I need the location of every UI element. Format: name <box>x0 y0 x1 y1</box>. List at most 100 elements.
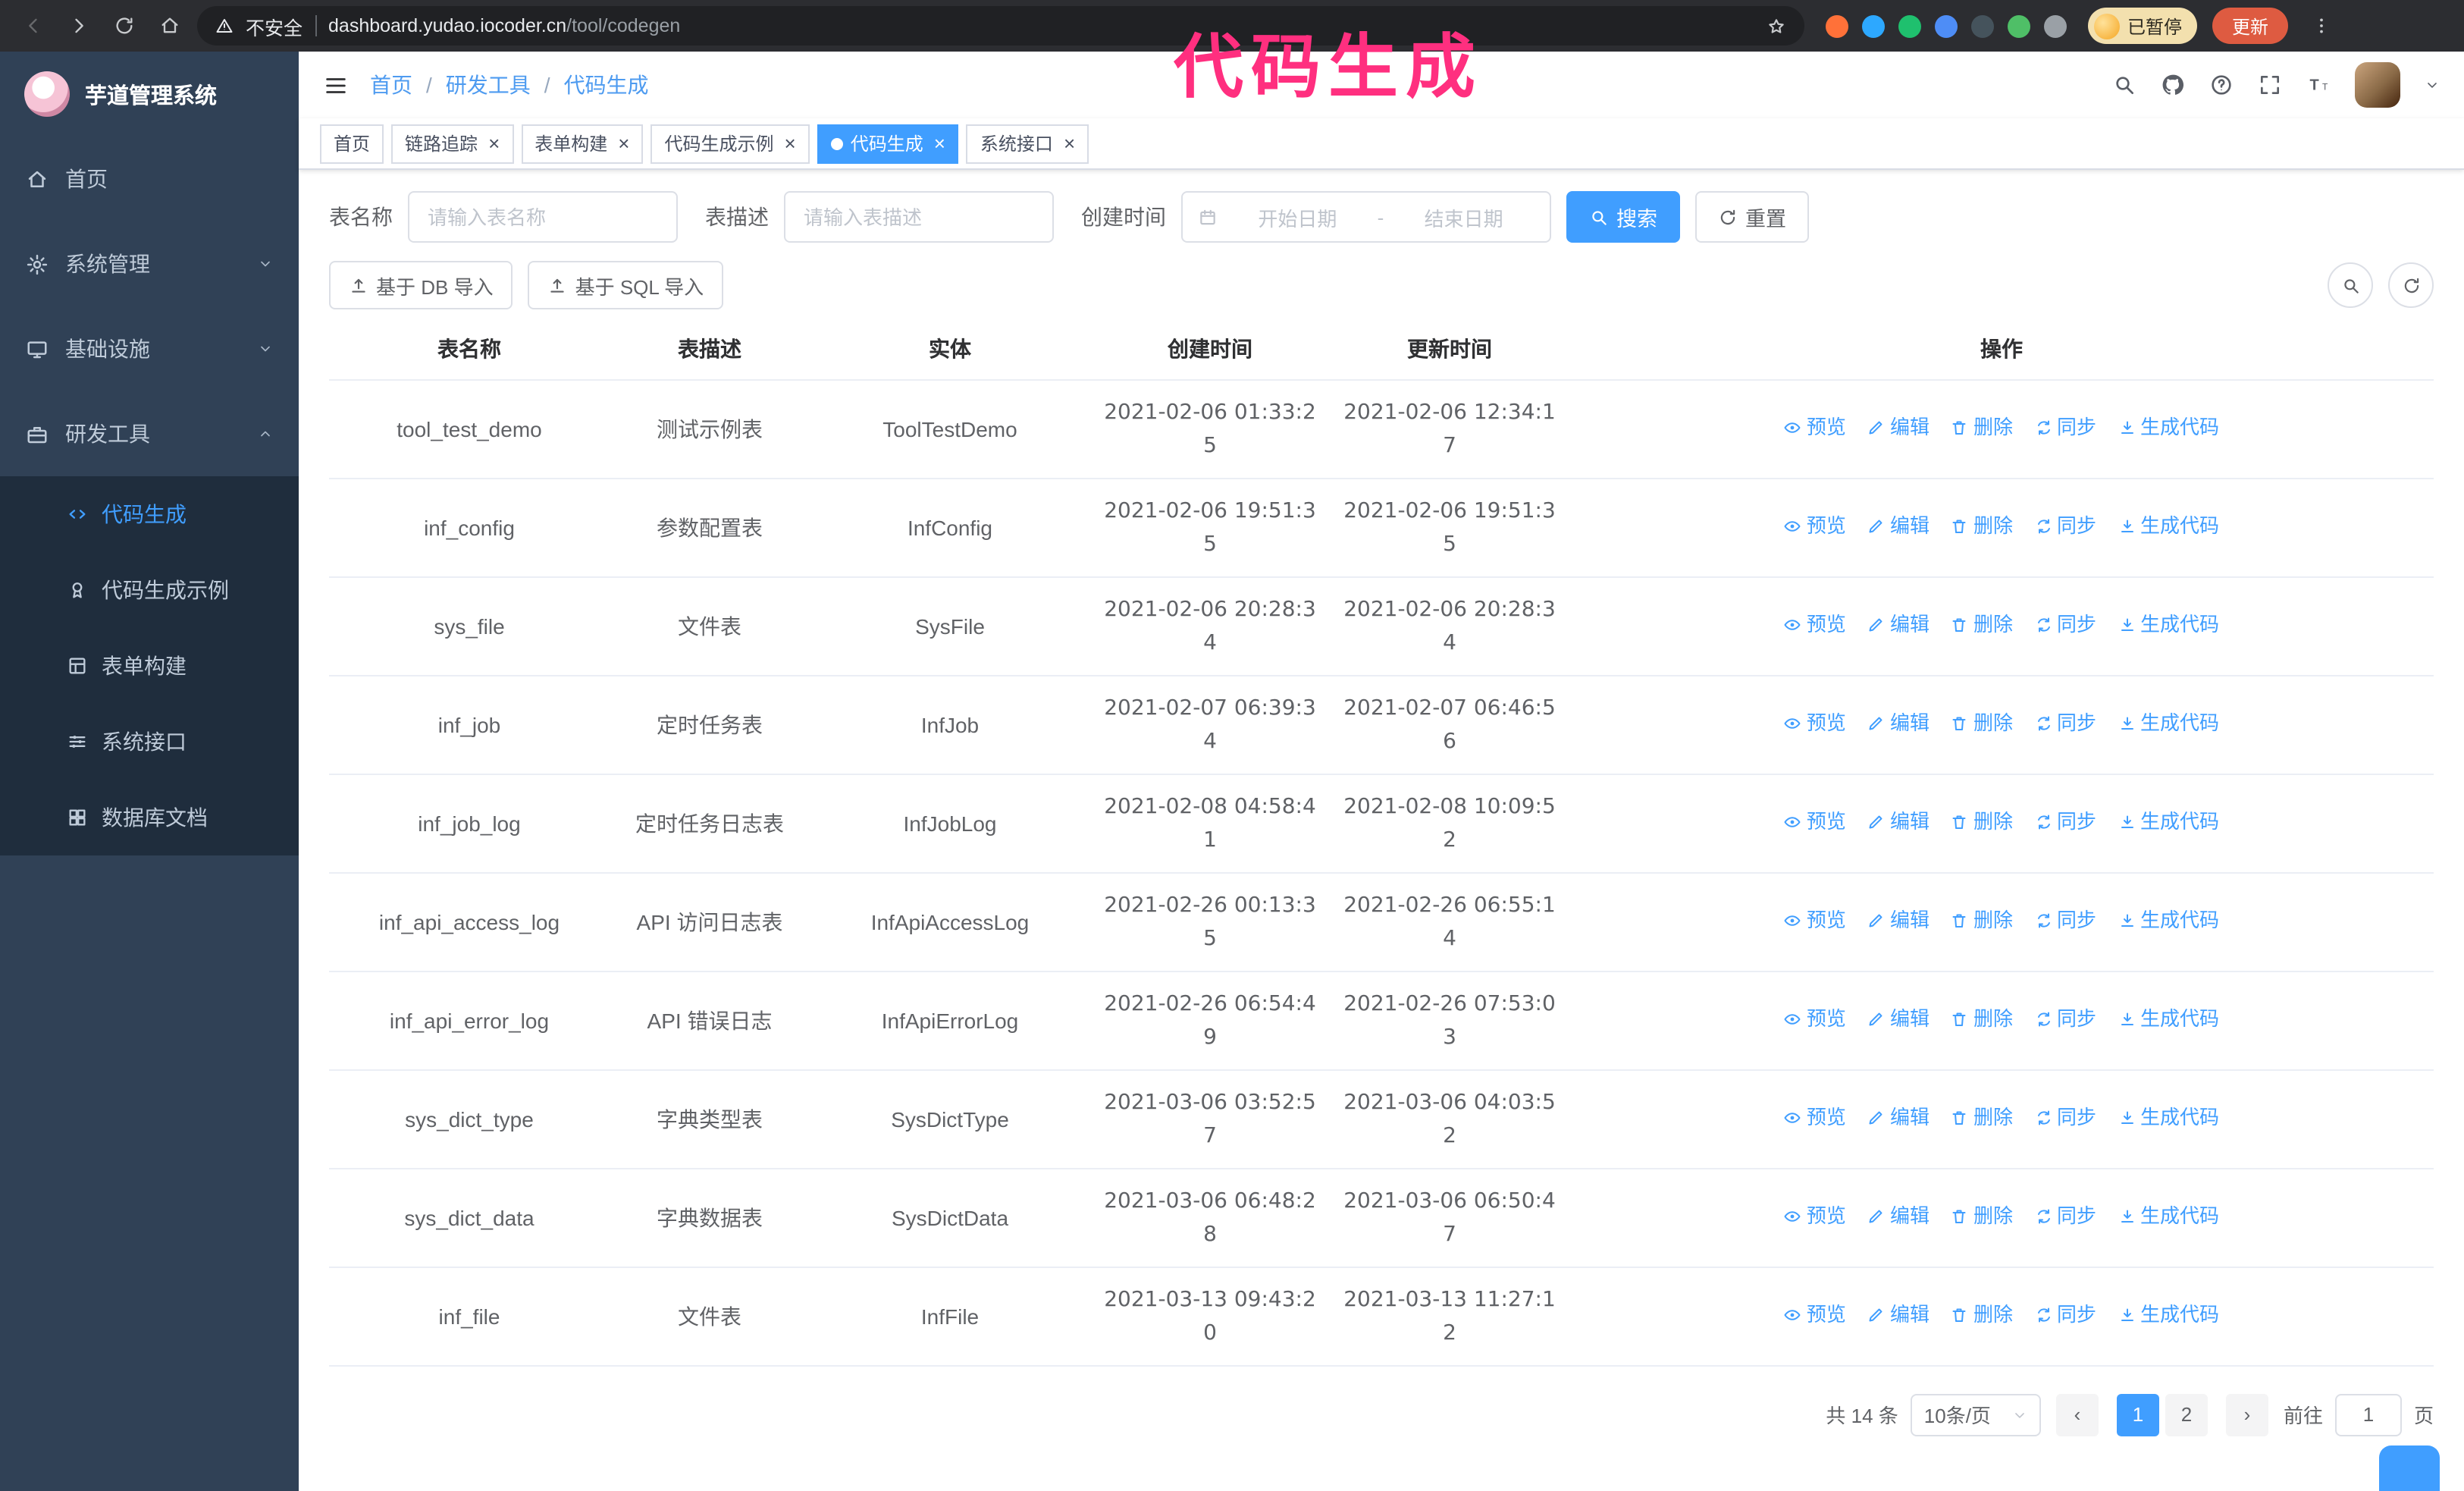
flame-extension-icon[interactable] <box>1826 14 1848 37</box>
row-action-eye[interactable]: 预览 <box>1784 805 1846 839</box>
github-icon[interactable] <box>2161 73 2185 97</box>
row-action-edit[interactable]: 编辑 <box>1867 1003 1930 1036</box>
profile-chip[interactable]: 已暂停 <box>2088 8 2198 44</box>
sidebar-item-toolbox[interactable]: 研发工具 <box>0 391 299 476</box>
row-action-eye[interactable]: 预览 <box>1784 707 1846 740</box>
prev-page-button[interactable]: ‹ <box>2055 1393 2099 1436</box>
table-row[interactable]: inf_job_log 定时任务日志表 InfJobLog 2021-02-08… <box>329 774 2434 873</box>
table-name-input[interactable] <box>408 191 678 243</box>
row-action-trash[interactable]: 删除 <box>1951 707 2013 740</box>
table-row[interactable]: inf_config 参数配置表 InfConfig 2021-02-06 19… <box>329 478 2434 577</box>
leaf-extension-icon[interactable] <box>2008 14 2030 37</box>
row-action-edit[interactable]: 编辑 <box>1867 805 1930 839</box>
row-action-download[interactable]: 生成代码 <box>2118 411 2219 444</box>
browser-menu-button[interactable] <box>2303 8 2340 44</box>
row-action-eye[interactable]: 预览 <box>1784 1003 1846 1036</box>
row-action-edit[interactable]: 编辑 <box>1867 608 1930 642</box>
table-row[interactable]: sys_dict_type 字典类型表 SysDictType 2021-03-… <box>329 1069 2434 1169</box>
toggle-search-button[interactable] <box>2328 262 2373 308</box>
row-action-sync[interactable]: 同步 <box>2034 608 2096 642</box>
row-action-download[interactable]: 生成代码 <box>2118 1298 2219 1332</box>
row-action-sync[interactable]: 同步 <box>2034 510 2096 543</box>
row-action-sync[interactable]: 同步 <box>2034 707 2096 740</box>
row-action-trash[interactable]: 删除 <box>1951 608 2013 642</box>
forward-button[interactable] <box>61 8 97 44</box>
table-row[interactable]: inf_api_error_log API 错误日志 InfApiErrorLo… <box>329 971 2434 1070</box>
row-action-sync[interactable]: 同步 <box>2034 411 2096 444</box>
check-extension-icon[interactable] <box>1898 14 1921 37</box>
row-action-eye[interactable]: 预览 <box>1784 1101 1846 1135</box>
row-action-sync[interactable]: 同步 <box>2034 1003 2096 1036</box>
float-button[interactable] <box>2379 1445 2440 1491</box>
page-button-2[interactable]: 2 <box>2165 1393 2208 1436</box>
row-action-download[interactable]: 生成代码 <box>2118 1003 2219 1036</box>
breadcrumb-item-1[interactable]: 研发工具 <box>446 70 531 100</box>
row-action-trash[interactable]: 删除 <box>1951 1200 2013 1233</box>
row-action-edit[interactable]: 编辑 <box>1867 1101 1930 1135</box>
fullscreen-icon[interactable] <box>2258 73 2282 97</box>
row-action-download[interactable]: 生成代码 <box>2118 1200 2219 1233</box>
page-size-select[interactable]: 10条/页 <box>1910 1393 2041 1436</box>
bookmark-star-icon[interactable] <box>1766 16 1786 36</box>
drop-extension-icon[interactable] <box>1862 14 1885 37</box>
table-row[interactable]: tool_test_demo 测试示例表 ToolTestDemo 2021-0… <box>329 379 2434 479</box>
row-action-trash[interactable]: 删除 <box>1951 411 2013 444</box>
row-action-download[interactable]: 生成代码 <box>2118 904 2219 937</box>
reload-button[interactable] <box>106 8 143 44</box>
screen-extension-icon[interactable] <box>1971 14 1994 37</box>
row-action-download[interactable]: 生成代码 <box>2118 1101 2219 1135</box>
close-icon[interactable]: × <box>488 133 500 153</box>
row-action-download[interactable]: 生成代码 <box>2118 805 2219 839</box>
row-action-download[interactable]: 生成代码 <box>2118 707 2219 740</box>
sidebar-item-gear[interactable]: 系统管理 <box>0 221 299 306</box>
close-icon[interactable]: × <box>1064 133 1075 153</box>
table-row[interactable]: sys_file 文件表 SysFile 2021-02-06 20:28:34… <box>329 576 2434 676</box>
hamburger-icon[interactable] <box>323 72 349 98</box>
table-row[interactable]: inf_api_access_log API 访问日志表 InfApiAcces… <box>329 872 2434 972</box>
fontsize-icon[interactable]: TT <box>2306 73 2331 97</box>
row-action-edit[interactable]: 编辑 <box>1867 1298 1930 1332</box>
row-action-sync[interactable]: 同步 <box>2034 1298 2096 1332</box>
caret-down-icon[interactable] <box>2425 77 2440 93</box>
table-desc-input[interactable] <box>784 191 1054 243</box>
search-button[interactable]: 搜索 <box>1566 191 1680 243</box>
puzzle-extension-icon[interactable] <box>2044 14 2067 37</box>
row-action-sync[interactable]: 同步 <box>2034 805 2096 839</box>
tab-0[interactable]: 首页 <box>320 124 384 163</box>
page-button-1[interactable]: 1 <box>2116 1393 2159 1436</box>
table-row[interactable]: sys_dict_data 字典数据表 SysDictData 2021-03-… <box>329 1168 2434 1267</box>
row-action-edit[interactable]: 编辑 <box>1867 411 1930 444</box>
row-action-download[interactable]: 生成代码 <box>2118 608 2219 642</box>
row-action-eye[interactable]: 预览 <box>1784 904 1846 937</box>
sidebar-item-monitor[interactable]: 基础设施 <box>0 306 299 391</box>
date-range-picker[interactable]: 开始日期 - 结束日期 <box>1181 191 1551 243</box>
sidebar-subitem-form[interactable]: 表单构建 <box>0 628 299 704</box>
sidebar-item-home[interactable]: 首页 <box>0 137 299 221</box>
table-row[interactable]: inf_job 定时任务表 InfJob 2021-02-07 06:39:34… <box>329 675 2434 774</box>
sidebar-subitem-sliders[interactable]: 系统接口 <box>0 704 299 780</box>
tab-2[interactable]: 表单构建 × <box>521 124 644 163</box>
row-action-trash[interactable]: 删除 <box>1951 1003 2013 1036</box>
row-action-eye[interactable]: 预览 <box>1784 1200 1846 1233</box>
row-action-edit[interactable]: 编辑 <box>1867 904 1930 937</box>
search-icon[interactable] <box>2112 73 2136 97</box>
close-icon[interactable]: × <box>785 133 796 153</box>
row-action-sync[interactable]: 同步 <box>2034 904 2096 937</box>
row-action-eye[interactable]: 预览 <box>1784 608 1846 642</box>
row-action-trash[interactable]: 删除 <box>1951 510 2013 543</box>
tab-5[interactable]: 系统接口 × <box>966 124 1089 163</box>
help-icon[interactable] <box>2209 73 2234 97</box>
next-page-button[interactable]: › <box>2225 1393 2268 1436</box>
sidebar-subitem-grid[interactable]: 数据库文档 <box>0 780 299 855</box>
row-action-trash[interactable]: 删除 <box>1951 1298 2013 1332</box>
row-action-edit[interactable]: 编辑 <box>1867 707 1930 740</box>
refresh-table-button[interactable] <box>2388 262 2434 308</box>
breadcrumb-item-0[interactable]: 首页 <box>370 70 412 100</box>
sidebar-subitem-badge[interactable]: 代码生成示例 <box>0 552 299 628</box>
row-action-eye[interactable]: 预览 <box>1784 510 1846 543</box>
tab-1[interactable]: 链路追踪 × <box>391 124 514 163</box>
back-button[interactable] <box>15 8 52 44</box>
row-action-eye[interactable]: 预览 <box>1784 1298 1846 1332</box>
close-icon[interactable]: × <box>618 133 629 153</box>
user-avatar[interactable] <box>2355 62 2400 108</box>
